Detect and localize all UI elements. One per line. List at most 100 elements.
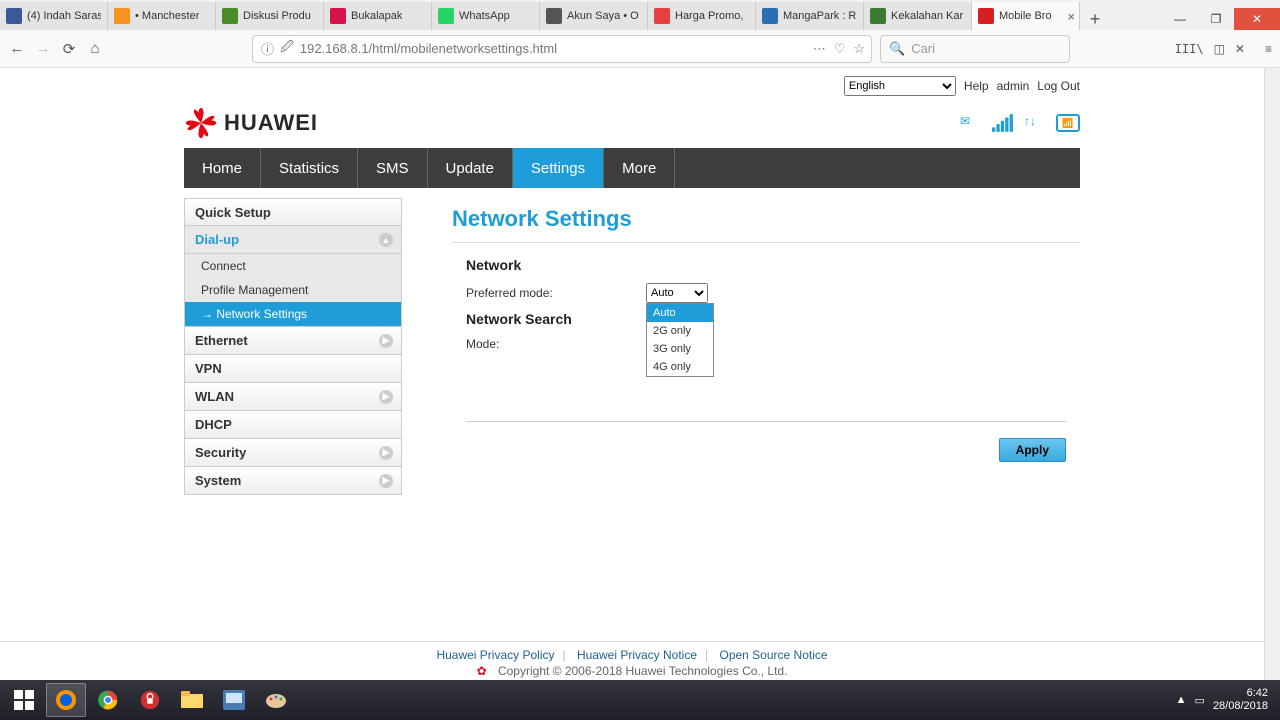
taskbar-clock[interactable]: 6:42 28/08/2018 [1213, 687, 1268, 713]
start-button[interactable] [4, 683, 44, 717]
library-icon[interactable]: III\ [1175, 42, 1204, 56]
system-tray[interactable]: ▲ ▭ 6:42 28/08/2018 [1176, 687, 1276, 713]
browser-tab[interactable]: Bukalapak [324, 2, 432, 30]
window-minimize-button[interactable]: — [1162, 8, 1198, 30]
browser-tab[interactable]: Diskusi Produ [216, 2, 324, 30]
search-bar[interactable]: 🔍 Cari [880, 35, 1070, 63]
bookmark-star-icon[interactable]: ☆ [853, 41, 865, 57]
browser-tab[interactable]: (4) Indah Saras [0, 2, 108, 30]
apply-button[interactable]: Apply [999, 438, 1066, 462]
page-viewport: English Help admin Log Out HUAWEI ✉ ↑↓ 📶… [0, 68, 1264, 680]
preferred-mode-dropdown[interactable]: Auto2G only3G only4G only [646, 303, 714, 377]
home-button[interactable]: ⌂ [86, 40, 104, 58]
sidebar-subitem[interactable]: Connect [185, 254, 401, 278]
taskbar-paint-icon[interactable] [256, 683, 296, 717]
info-icon: ⓘ [261, 39, 274, 58]
browser-tab[interactable]: MangaPark : R [756, 2, 864, 30]
user-link[interactable]: admin [997, 79, 1030, 93]
page-title: Network Settings [452, 206, 1080, 232]
taskbar-app-icon[interactable] [214, 683, 254, 717]
tab-label: Harga Promo, [675, 10, 743, 22]
taskbar-explorer-icon[interactable] [172, 683, 212, 717]
nav-update[interactable]: Update [428, 148, 513, 188]
favicon [438, 8, 454, 24]
taskbar-chrome-icon[interactable] [88, 683, 128, 717]
tab-label: Kekalahan Kar [891, 10, 963, 22]
windows-taskbar[interactable]: ▲ ▭ 6:42 28/08/2018 [0, 680, 1280, 720]
sidebar-subitem[interactable]: → Network Settings [185, 302, 401, 326]
nav-settings[interactable]: Settings [513, 148, 604, 188]
browser-tab[interactable]: Akun Saya • O [540, 2, 648, 30]
chevron-icon: ▶ [379, 474, 393, 488]
sidebar-subitem[interactable]: Profile Management [185, 278, 401, 302]
forward-button[interactable]: → [34, 40, 52, 58]
section-network: Network [466, 257, 1080, 273]
sidebar-item-wlan[interactable]: WLAN▶ [184, 383, 402, 411]
menu-icon[interactable]: ≡ [1265, 42, 1272, 56]
url-bar[interactable]: ⓘ 🖉 192.168.8.1/html/mobilenetworksettin… [252, 35, 872, 63]
main-nav: HomeStatisticsSMSUpdateSettingsMore [184, 148, 1080, 188]
tray-up-icon[interactable]: ▲ [1176, 694, 1187, 706]
nav-more[interactable]: More [604, 148, 675, 188]
reload-button[interactable]: ⟳ [60, 40, 78, 58]
sidebar-item-dhcp[interactable]: DHCP [184, 411, 402, 439]
tab-close-icon[interactable]: × [1067, 9, 1075, 24]
form-divider [466, 421, 1066, 422]
browser-tab[interactable]: Harga Promo, [648, 2, 756, 30]
language-select[interactable]: English [844, 76, 956, 96]
mail-icon[interactable]: ✉ [960, 114, 982, 132]
search-icon: 🔍 [889, 41, 905, 57]
browser-tab[interactable]: • Manchester [108, 2, 216, 30]
sidebar-item-vpn[interactable]: VPN [184, 355, 402, 383]
sidebar-item-ethernet[interactable]: Ethernet▶ [184, 327, 402, 355]
window-restore-button[interactable]: ❐ [1198, 8, 1234, 30]
favicon [330, 8, 346, 24]
browser-tab[interactable]: Mobile Bro × [972, 2, 1080, 30]
page-scrollbar[interactable] [1264, 68, 1280, 680]
footer-link[interactable]: Huawei Privacy Notice [577, 648, 697, 662]
taskbar-firefox-icon[interactable] [46, 683, 86, 717]
close-panel-icon[interactable]: ✕ [1235, 42, 1245, 56]
back-button[interactable]: ← [8, 40, 26, 58]
main-panel: Network Settings Network Preferred mode:… [452, 198, 1080, 495]
traffic-icon: ↑↓ [1024, 114, 1046, 132]
copyright-text: ✿ Copyright © 2006-2018 Huawei Technolog… [4, 664, 1260, 678]
nav-statistics[interactable]: Statistics [261, 148, 358, 188]
sidebar-item-security[interactable]: Security▶ [184, 439, 402, 467]
chevron-icon: ▶ [379, 334, 393, 348]
footer-link[interactable]: Open Source Notice [719, 648, 827, 662]
tab-label: (4) Indah Saras [27, 10, 101, 22]
sidebar-toggle-icon[interactable]: ◫ [1214, 42, 1225, 56]
favicon [6, 8, 22, 24]
dropdown-option[interactable]: Auto [647, 304, 713, 322]
mode-label: Mode: [466, 337, 646, 351]
more-actions-icon[interactable]: ⋯ [813, 41, 826, 57]
window-close-button[interactable]: ✕ [1234, 8, 1280, 30]
tab-label: • Manchester [135, 10, 199, 22]
browser-tab[interactable]: Kekalahan Kar [864, 2, 972, 30]
pocket-icon[interactable]: ♡ [834, 41, 846, 57]
new-tab-button[interactable]: + [1080, 9, 1110, 30]
sidebar-item-dial-up[interactable]: Dial-up▲ [184, 226, 402, 254]
dropdown-option[interactable]: 4G only [647, 358, 713, 376]
favicon [978, 8, 994, 24]
footer-link[interactable]: Huawei Privacy Policy [436, 648, 554, 662]
preferred-mode-select[interactable]: Auto [646, 283, 708, 303]
taskbar-security-icon[interactable] [130, 683, 170, 717]
sidebar-item-quick-setup[interactable]: Quick Setup [184, 198, 402, 226]
browser-tab[interactable]: WhatsApp [432, 2, 540, 30]
nav-home[interactable]: Home [184, 148, 261, 188]
help-link[interactable]: Help [964, 79, 989, 93]
tab-label: Bukalapak [351, 10, 402, 22]
logout-link[interactable]: Log Out [1037, 79, 1080, 93]
browser-tab-strip: (4) Indah Saras • Manchester Diskusi Produ… [0, 0, 1280, 30]
favicon [114, 8, 130, 24]
nav-sms[interactable]: SMS [358, 148, 428, 188]
dropdown-option[interactable]: 3G only [647, 340, 713, 358]
tab-label: Mobile Bro [999, 10, 1052, 22]
action-center-icon[interactable]: ▭ [1195, 694, 1205, 707]
sidebar-item-system[interactable]: System▶ [184, 467, 402, 495]
favicon [870, 8, 886, 24]
dropdown-option[interactable]: 2G only [647, 322, 713, 340]
huawei-petals-icon [184, 106, 218, 140]
